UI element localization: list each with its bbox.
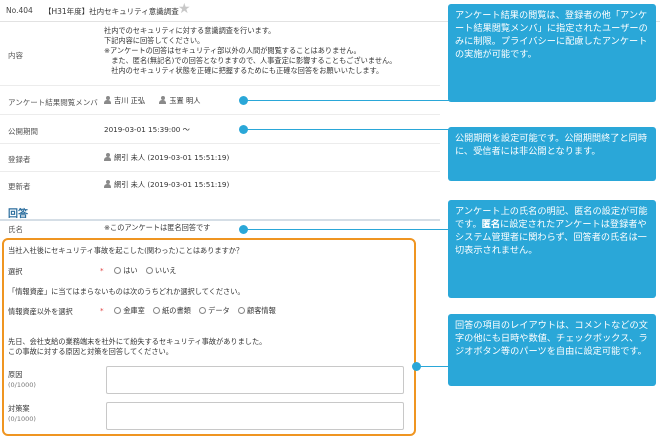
name-label: 氏名	[8, 225, 23, 234]
q2-radio-group: * 金庫室 紙の書類 データ 顧客情報	[100, 306, 282, 316]
callout-emphasis: 匿名	[481, 219, 501, 230]
radio-button[interactable]	[145, 267, 153, 274]
answer-section-title: 回答	[8, 209, 28, 220]
name-value: ※このアンケートは匿名回答です	[104, 223, 211, 232]
radio-button[interactable]	[114, 307, 122, 314]
registrant-label: 登録者	[8, 155, 31, 164]
q2-text: 「情報資産」に当てはまらないものは次のうちどれか選択してください。	[8, 287, 245, 296]
callout-anonymous: アンケート上の氏名の明記、匿名の設定が可能です。匿名に設定されたアンケートは登録…	[448, 200, 656, 298]
survey-title: 【H31年度】社内セキュリティ意識調査	[44, 7, 179, 16]
measure-label: 対策案	[8, 404, 30, 413]
viewer-name: 玉置 明人	[169, 96, 201, 105]
viewer-name: 吉川 正弘	[114, 96, 146, 105]
q1-radio-group: * はい いいえ	[100, 266, 182, 276]
content-line: 下記内容に回答してください。	[104, 36, 205, 45]
q1-label: 選択	[8, 267, 23, 276]
viewer-user: 玉置 明人	[159, 96, 200, 106]
option-label: データ	[208, 306, 230, 315]
viewers-row: アンケート結果閲覧メンバ 吉川 正弘 玉置 明人	[0, 87, 440, 115]
content-line: また、匿名(無記名)での回答となりますので、人事査定に影響することもございません…	[104, 56, 397, 65]
content-label: 内容	[8, 51, 23, 60]
callout-viewers: アンケート結果の閲覧は、登録者の他「アンケート結果閲覧メンバ」に指定されたユーザ…	[448, 4, 656, 102]
required-mark: *	[100, 266, 104, 275]
viewers-label: アンケート結果閲覧メンバ	[8, 98, 98, 107]
radio-button[interactable]	[153, 307, 161, 314]
connector-dot	[239, 96, 248, 105]
option-label: 顧客情報	[247, 306, 276, 315]
q3-text: 先日、会社支給の業務端末を社外にて紛失するセキュリティ事故がありました。 この事…	[8, 337, 266, 357]
measure-textarea[interactable]	[106, 402, 404, 430]
registrant-value: 網引 未人 (2019-03-01 15:51:19)	[104, 153, 241, 163]
connector-line	[244, 129, 450, 130]
viewers-list: 吉川 正弘 玉置 明人	[104, 96, 212, 106]
registrant-text: 網引 未人 (2019-03-01 15:51:19)	[114, 153, 230, 162]
connector-dot	[239, 125, 248, 134]
connector-dot	[412, 362, 421, 371]
updater-text: 網引 未人 (2019-03-01 15:51:19)	[114, 180, 230, 189]
option-label: はい	[123, 266, 138, 275]
updater-user: 網引 未人 (2019-03-01 15:51:19)	[104, 180, 229, 190]
content-line: 社内のセキュリティ状態を正確に把握するためにも正確な回答をお願いいたします。	[104, 66, 384, 75]
radio-button[interactable]	[199, 307, 207, 314]
period-row: 公開期間 2019-03-01 15:39:00 ～	[0, 116, 440, 144]
content-line: ※アンケートの回答はセキュリティ部以外の人間が閲覧することはありません。	[104, 46, 361, 55]
period-label: 公開期間	[8, 127, 38, 136]
user-icon	[104, 153, 111, 161]
connector-line	[244, 229, 450, 230]
survey-number: No.404	[6, 6, 33, 15]
registrant-row: 登録者 網引 未人 (2019-03-01 15:51:19)	[0, 145, 440, 172]
option-label: 紙の書類	[162, 306, 191, 315]
q2-option-customer[interactable]: 顧客情報	[238, 306, 276, 316]
q2-option-data[interactable]: データ	[199, 306, 230, 316]
content-line: 社内でのセキュリティに対する意識調査を行います。	[104, 26, 276, 35]
cause-label: 原因	[8, 370, 23, 379]
q1-text: 当社入社後にセキュリティ事故を起こした(関わった)ことはありますか？	[8, 246, 244, 255]
updater-value: 網引 未人 (2019-03-01 15:51:19)	[104, 180, 241, 190]
q1-option-no[interactable]: いいえ	[145, 266, 177, 276]
radio-button[interactable]	[238, 307, 245, 314]
user-icon	[104, 96, 111, 104]
connector-dot	[239, 225, 248, 234]
cause-counter: (0/1000)	[8, 381, 36, 389]
radio-button[interactable]	[114, 267, 122, 274]
connector-line	[244, 100, 450, 101]
content-text: 社内でのセキュリティに対する意識調査を行います。 下記内容に回答してください。 …	[104, 26, 396, 76]
updater-label: 更新者	[8, 182, 31, 191]
content-row: 内容 社内でのセキュリティに対する意識調査を行います。 下記内容に回答してくださ…	[0, 22, 440, 86]
measure-counter: (0/1000)	[8, 415, 36, 423]
required-mark: *	[100, 306, 104, 315]
callout-period: 公開期間を設定可能です。公開期間終了と同時に、受信者には非公開となります。	[448, 127, 656, 181]
user-icon	[159, 96, 167, 104]
q3-line: この事故に対する原因と対策を回答してください。	[8, 347, 173, 356]
q3-line: 先日、会社支給の業務端末を社外にて紛失するセキュリティ事故がありました。	[8, 337, 267, 346]
connector-line	[418, 366, 450, 367]
q1-option-yes[interactable]: はい	[114, 266, 138, 276]
q2-option-paper[interactable]: 紙の書類	[153, 306, 191, 316]
cause-textarea[interactable]	[106, 366, 404, 394]
registrant-user: 網引 未人 (2019-03-01 15:51:19)	[104, 153, 229, 163]
viewer-user: 吉川 正弘	[104, 96, 145, 106]
period-value: 2019-03-01 15:39:00 ～	[104, 125, 190, 134]
callout-layout: 回答の項目のレイアウトは、コメントなどの文字の他にも日時や数値、チェックボックス…	[448, 314, 656, 386]
favorite-star-icon[interactable]: ★	[178, 2, 191, 16]
option-label: いいえ	[154, 266, 177, 275]
q2-label: 情報資産以外を選択	[8, 307, 73, 316]
updater-row: 更新者 網引 未人 (2019-03-01 15:51:19)	[0, 173, 440, 199]
q2-option-vault[interactable]: 金庫室	[114, 306, 145, 316]
user-icon	[104, 180, 111, 188]
option-label: 金庫室	[123, 306, 145, 315]
